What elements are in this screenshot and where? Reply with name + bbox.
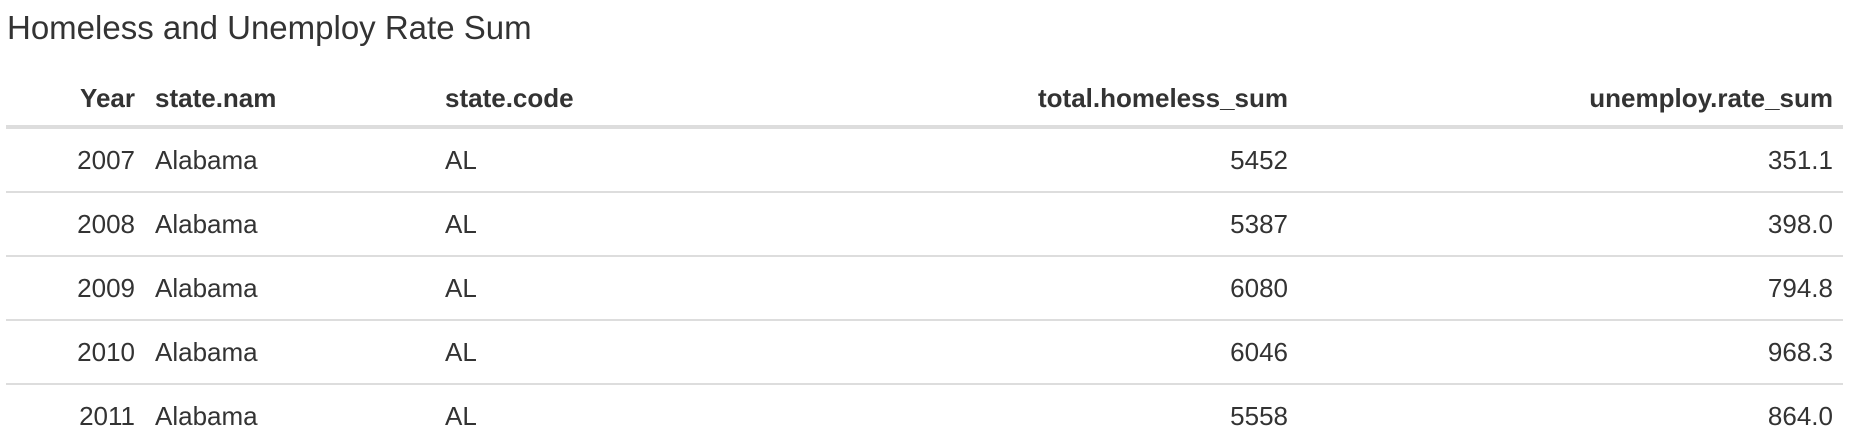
cell-year: 2007 xyxy=(6,127,145,193)
cell-year: 2008 xyxy=(6,192,145,257)
table-row: 2007 Alabama AL 5452 351.1 xyxy=(6,127,1843,193)
table-title: Homeless and Unemploy Rate Sum xyxy=(7,9,532,46)
header-total-homeless-sum: total.homeless_sum xyxy=(725,71,1298,129)
table-row: 2011 Alabama AL 5558 864.0 xyxy=(6,384,1843,442)
cell-total-homeless-sum: 6046 xyxy=(725,320,1298,385)
cell-year: 2009 xyxy=(6,256,145,321)
cell-state-nam: Alabama xyxy=(145,256,435,321)
header-year: Year xyxy=(6,71,145,129)
cell-total-homeless-sum: 6080 xyxy=(725,256,1298,321)
cell-state-code: AL xyxy=(435,320,725,385)
cell-unemploy-rate-sum: 794.8 xyxy=(1298,256,1843,321)
cell-state-nam: Alabama xyxy=(145,127,435,193)
data-table: Year state.nam state.code total.homeless… xyxy=(6,71,1843,442)
cell-state-code: AL xyxy=(435,192,725,257)
table-row: 2009 Alabama AL 6080 794.8 xyxy=(6,256,1843,321)
header-unemploy-rate-sum: unemploy.rate_sum xyxy=(1298,71,1843,129)
cell-state-nam: Alabama xyxy=(145,192,435,257)
cell-unemploy-rate-sum: 398.0 xyxy=(1298,192,1843,257)
cell-state-code: AL xyxy=(435,256,725,321)
cell-unemploy-rate-sum: 864.0 xyxy=(1767,400,1833,431)
cell-total-homeless-sum: 5452 xyxy=(725,127,1298,193)
header-row: Year state.nam state.code total.homeless… xyxy=(6,71,1843,129)
cell-year: 2010 xyxy=(6,320,145,385)
table-row: 2010 Alabama AL 6046 968.3 xyxy=(6,320,1843,385)
header-state-nam: state.nam xyxy=(145,71,435,129)
cell-year: 2011 xyxy=(79,400,135,431)
table-body: 2007 Alabama AL 5452 351.1 2008 Alabama … xyxy=(6,127,1843,442)
table-header: Year state.nam state.code total.homeless… xyxy=(6,71,1843,129)
cell-state-nam: Alabama xyxy=(155,400,258,431)
cell-total-homeless-sum: 5558 xyxy=(1230,400,1288,431)
cell-state-nam: Alabama xyxy=(145,320,435,385)
page: Homeless and Unemploy Rate Sum Year stat… xyxy=(0,0,1850,442)
cell-unemploy-rate-sum: 351.1 xyxy=(1298,127,1843,193)
cell-state-code: AL xyxy=(435,127,725,193)
cell-total-homeless-sum: 5387 xyxy=(725,192,1298,257)
cell-state-code: AL xyxy=(445,400,477,431)
table-row: 2008 Alabama AL 5387 398.0 xyxy=(6,192,1843,257)
cell-unemploy-rate-sum: 968.3 xyxy=(1298,320,1843,385)
header-state-code: state.code xyxy=(435,71,725,129)
